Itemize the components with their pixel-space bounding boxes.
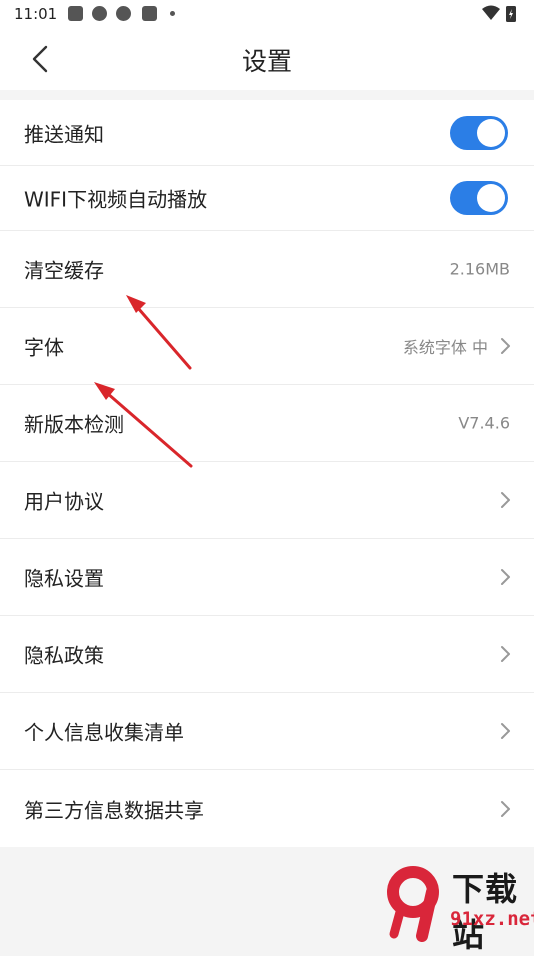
chevron-right-icon bbox=[501, 338, 510, 354]
setting-label: 隐私政策 bbox=[24, 643, 104, 668]
top-bar: 设置 bbox=[0, 28, 534, 90]
chevron-right-icon bbox=[501, 492, 510, 508]
app-notification-icon bbox=[68, 6, 83, 21]
status-right-icons bbox=[482, 5, 516, 22]
setting-wifi-autoplay: WIFI下视频自动播放 bbox=[0, 166, 534, 231]
setting-privacy-policy[interactable]: 隐私政策 bbox=[0, 616, 534, 693]
chevron-right-icon bbox=[501, 800, 510, 817]
setting-label: 字体 bbox=[24, 335, 64, 360]
status-time: 11:01 bbox=[14, 5, 58, 23]
setting-label: 清空缓存 bbox=[24, 258, 104, 283]
setting-label: 隐私设置 bbox=[24, 566, 104, 591]
watermark-url: 91xz.net bbox=[450, 908, 534, 930]
setting-label: 新版本检测 bbox=[24, 412, 124, 437]
wifi-icon bbox=[482, 5, 500, 20]
setting-push-notification: 推送通知 bbox=[0, 100, 534, 166]
setting-user-agreement[interactable]: 用户协议 bbox=[0, 462, 534, 539]
cache-size-value: 2.16MB bbox=[449, 259, 510, 279]
settings-list: 推送通知 WIFI下视频自动播放 清空缓存 2.16MB 字体 系统字体 中 新… bbox=[0, 100, 534, 847]
setting-label: 个人信息收集清单 bbox=[24, 720, 184, 745]
watermark-logo: 下载站 91xz.net bbox=[380, 862, 534, 954]
setting-personal-info-list[interactable]: 个人信息收集清单 bbox=[0, 693, 534, 770]
toggle-knob bbox=[477, 184, 505, 212]
nine-logo-icon bbox=[387, 866, 439, 942]
setting-version-check[interactable]: 新版本检测 V7.4.6 bbox=[0, 385, 534, 462]
version-value: V7.4.6 bbox=[458, 413, 510, 433]
app-notification-icon bbox=[142, 6, 157, 21]
chevron-right-icon bbox=[501, 646, 510, 662]
wifi-autoplay-toggle[interactable] bbox=[450, 181, 508, 215]
setting-clear-cache[interactable]: 清空缓存 2.16MB bbox=[0, 231, 534, 308]
status-bar: 11:01 bbox=[0, 0, 534, 28]
setting-label: 推送通知 bbox=[24, 122, 104, 146]
dot-icon bbox=[170, 11, 175, 16]
setting-font[interactable]: 字体 系统字体 中 bbox=[0, 308, 534, 385]
toggle-knob bbox=[477, 118, 505, 147]
setting-privacy-settings[interactable]: 隐私设置 bbox=[0, 539, 534, 616]
page-title: 设置 bbox=[241, 47, 292, 76]
setting-label: 第三方信息数据共享 bbox=[24, 798, 204, 822]
chevron-right-icon bbox=[501, 723, 510, 739]
chevron-right-icon bbox=[501, 569, 510, 585]
font-value: 系统字体 中 bbox=[402, 338, 488, 357]
setting-third-party-sharing[interactable]: 第三方信息数据共享 bbox=[0, 770, 534, 847]
pinwheel-icon bbox=[92, 6, 107, 21]
pinwheel-icon bbox=[116, 6, 131, 21]
push-notification-toggle[interactable] bbox=[450, 115, 508, 150]
setting-label: WIFI下视频自动播放 bbox=[24, 187, 208, 212]
setting-label: 用户协议 bbox=[24, 489, 104, 514]
